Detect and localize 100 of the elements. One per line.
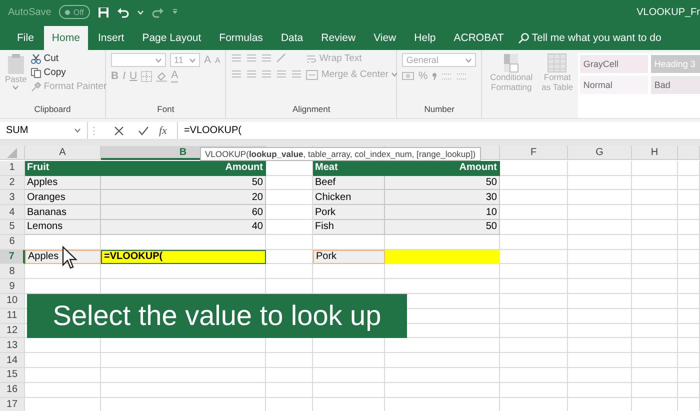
table-cell: Apples: [25, 176, 101, 190]
ribbon-tab[interactable]: Review: [313, 26, 364, 50]
cell-style-option[interactable]: Normal: [580, 76, 648, 94]
align-icon[interactable]: [291, 69, 302, 79]
ribbon-tab[interactable]: Formulas: [211, 26, 271, 50]
scissors-icon[interactable]: [30, 54, 41, 64]
ribbon-tab[interactable]: Page Layout: [134, 26, 210, 50]
table-cell: 50: [385, 176, 500, 190]
empty-cell: [678, 308, 700, 324]
ribbon-tab[interactable]: Help: [406, 26, 444, 50]
increase-decimal-icon[interactable]: [440, 71, 452, 81]
empty-cell: [568, 353, 632, 368]
undo-icon[interactable]: [116, 6, 129, 18]
empty-cell: [632, 279, 678, 294]
redo-icon[interactable]: [152, 6, 164, 18]
empty-cell: [678, 368, 700, 383]
copy-icon[interactable]: [30, 68, 41, 78]
row-header[interactable]: 4: [0, 205, 25, 220]
empty-cell: [632, 324, 678, 338]
fill-color-icon[interactable]: [156, 70, 168, 82]
row-header[interactable]: 14: [0, 353, 25, 368]
cancel-icon[interactable]: [114, 126, 124, 136]
align-icon[interactable]: [246, 69, 258, 79]
enter-icon[interactable]: [138, 126, 149, 136]
ribbon-tab[interactable]: Data: [272, 26, 312, 50]
align-icon[interactable]: [246, 53, 258, 63]
row-header[interactable]: 8: [0, 264, 25, 280]
caret-icon[interactable]: [391, 72, 398, 77]
row-header[interactable]: 15: [0, 368, 25, 383]
empty-cell: [500, 264, 568, 280]
row-header[interactable]: 12: [0, 324, 25, 338]
group-label: Number: [423, 104, 456, 116]
table-cell: Pork: [313, 250, 385, 264]
column-header[interactable]: F: [500, 146, 568, 160]
align-icon[interactable]: [276, 69, 288, 79]
font-name-field[interactable]: [111, 53, 166, 67]
row-header[interactable]: 16: [0, 382, 25, 398]
row-header[interactable]: 9: [0, 279, 25, 294]
empty-cell: [678, 382, 700, 398]
formula-field[interactable]: =VLOOKUP(: [176, 122, 700, 139]
function-tooltip: VLOOKUP(lookup_value, table_array, col_index_num, [range_lookup]): [200, 147, 481, 161]
empty-cell: [568, 205, 632, 220]
empty-cell: [500, 324, 568, 338]
row-header[interactable]: 5: [0, 220, 25, 235]
row-header[interactable]: 11: [0, 308, 25, 324]
empty-cell: [568, 160, 632, 176]
row-header[interactable]: 2: [0, 176, 25, 190]
row-header[interactable]: 10: [0, 294, 25, 309]
align-icon[interactable]: [231, 53, 242, 63]
caret-icon[interactable]: [465, 58, 472, 62]
group-label: Font: [156, 104, 176, 116]
empty-cell: [632, 190, 678, 206]
column-header[interactable]: G: [568, 146, 632, 160]
name-box[interactable]: SUM: [0, 122, 88, 139]
comma-icon[interactable]: [432, 71, 437, 81]
conditional-format-icon: [501, 53, 522, 73]
select-all-button[interactable]: [0, 146, 25, 160]
align-icon[interactable]: [231, 69, 242, 79]
row-header[interactable]: 1: [0, 160, 25, 176]
caret-icon[interactable]: [12, 84, 20, 90]
clipboard-button[interactable]: Copy: [30, 67, 107, 78]
border-icon[interactable]: [141, 70, 152, 82]
table-cell: Pork: [313, 205, 385, 220]
caret-icon[interactable]: [74, 128, 81, 133]
clipboard-button[interactable]: Cut: [30, 53, 107, 64]
orientation-icon[interactable]: [276, 53, 288, 63]
table-cell: 10: [385, 205, 500, 220]
cell-style-option[interactable]: GrayCell: [580, 55, 648, 73]
column-header[interactable]: H: [632, 146, 678, 160]
ribbon-tab[interactable]: ACROBAT: [446, 26, 512, 50]
table-cell: Chicken: [313, 190, 385, 206]
decrease-decimal-icon[interactable]: [456, 71, 467, 81]
empty-cell: [632, 205, 678, 220]
window-title: VLOOKUP_Fr: [636, 6, 700, 18]
row-header[interactable]: 3: [0, 190, 25, 206]
table-cell: Oranges: [25, 190, 101, 206]
ribbon-tab[interactable]: Home: [44, 26, 88, 50]
empty-cell: [313, 264, 385, 280]
tell-me-field[interactable]: Tell me what you want to do: [518, 26, 662, 50]
save-icon[interactable]: [98, 6, 109, 18]
align-icon[interactable]: [261, 53, 272, 63]
customize-icon[interactable]: [172, 9, 178, 15]
align-icon[interactable]: [261, 69, 272, 79]
insert-function-button[interactable]: fx: [159, 124, 167, 136]
cell-style-option[interactable]: Bad: [651, 76, 700, 94]
empty-cell: [568, 279, 632, 294]
caret-icon[interactable]: [155, 58, 162, 62]
ribbon-tab[interactable]: View: [366, 26, 404, 50]
ribbon-tab[interactable]: Insert: [90, 26, 132, 50]
column-header[interactable]: [678, 146, 700, 160]
row-header[interactable]: 6: [0, 234, 25, 250]
caret-icon[interactable]: [189, 58, 196, 62]
active-cell[interactable]: =VLOOKUP(: [101, 250, 266, 264]
row-header[interactable]: 13: [0, 338, 25, 354]
column-header[interactable]: A: [25, 146, 101, 160]
empty-cell: [568, 294, 632, 309]
ribbon-tab[interactable]: File: [9, 26, 42, 50]
currency-icon[interactable]: [402, 71, 414, 81]
row-header[interactable]: 17: [0, 398, 25, 411]
row-header[interactable]: 7: [0, 250, 25, 264]
